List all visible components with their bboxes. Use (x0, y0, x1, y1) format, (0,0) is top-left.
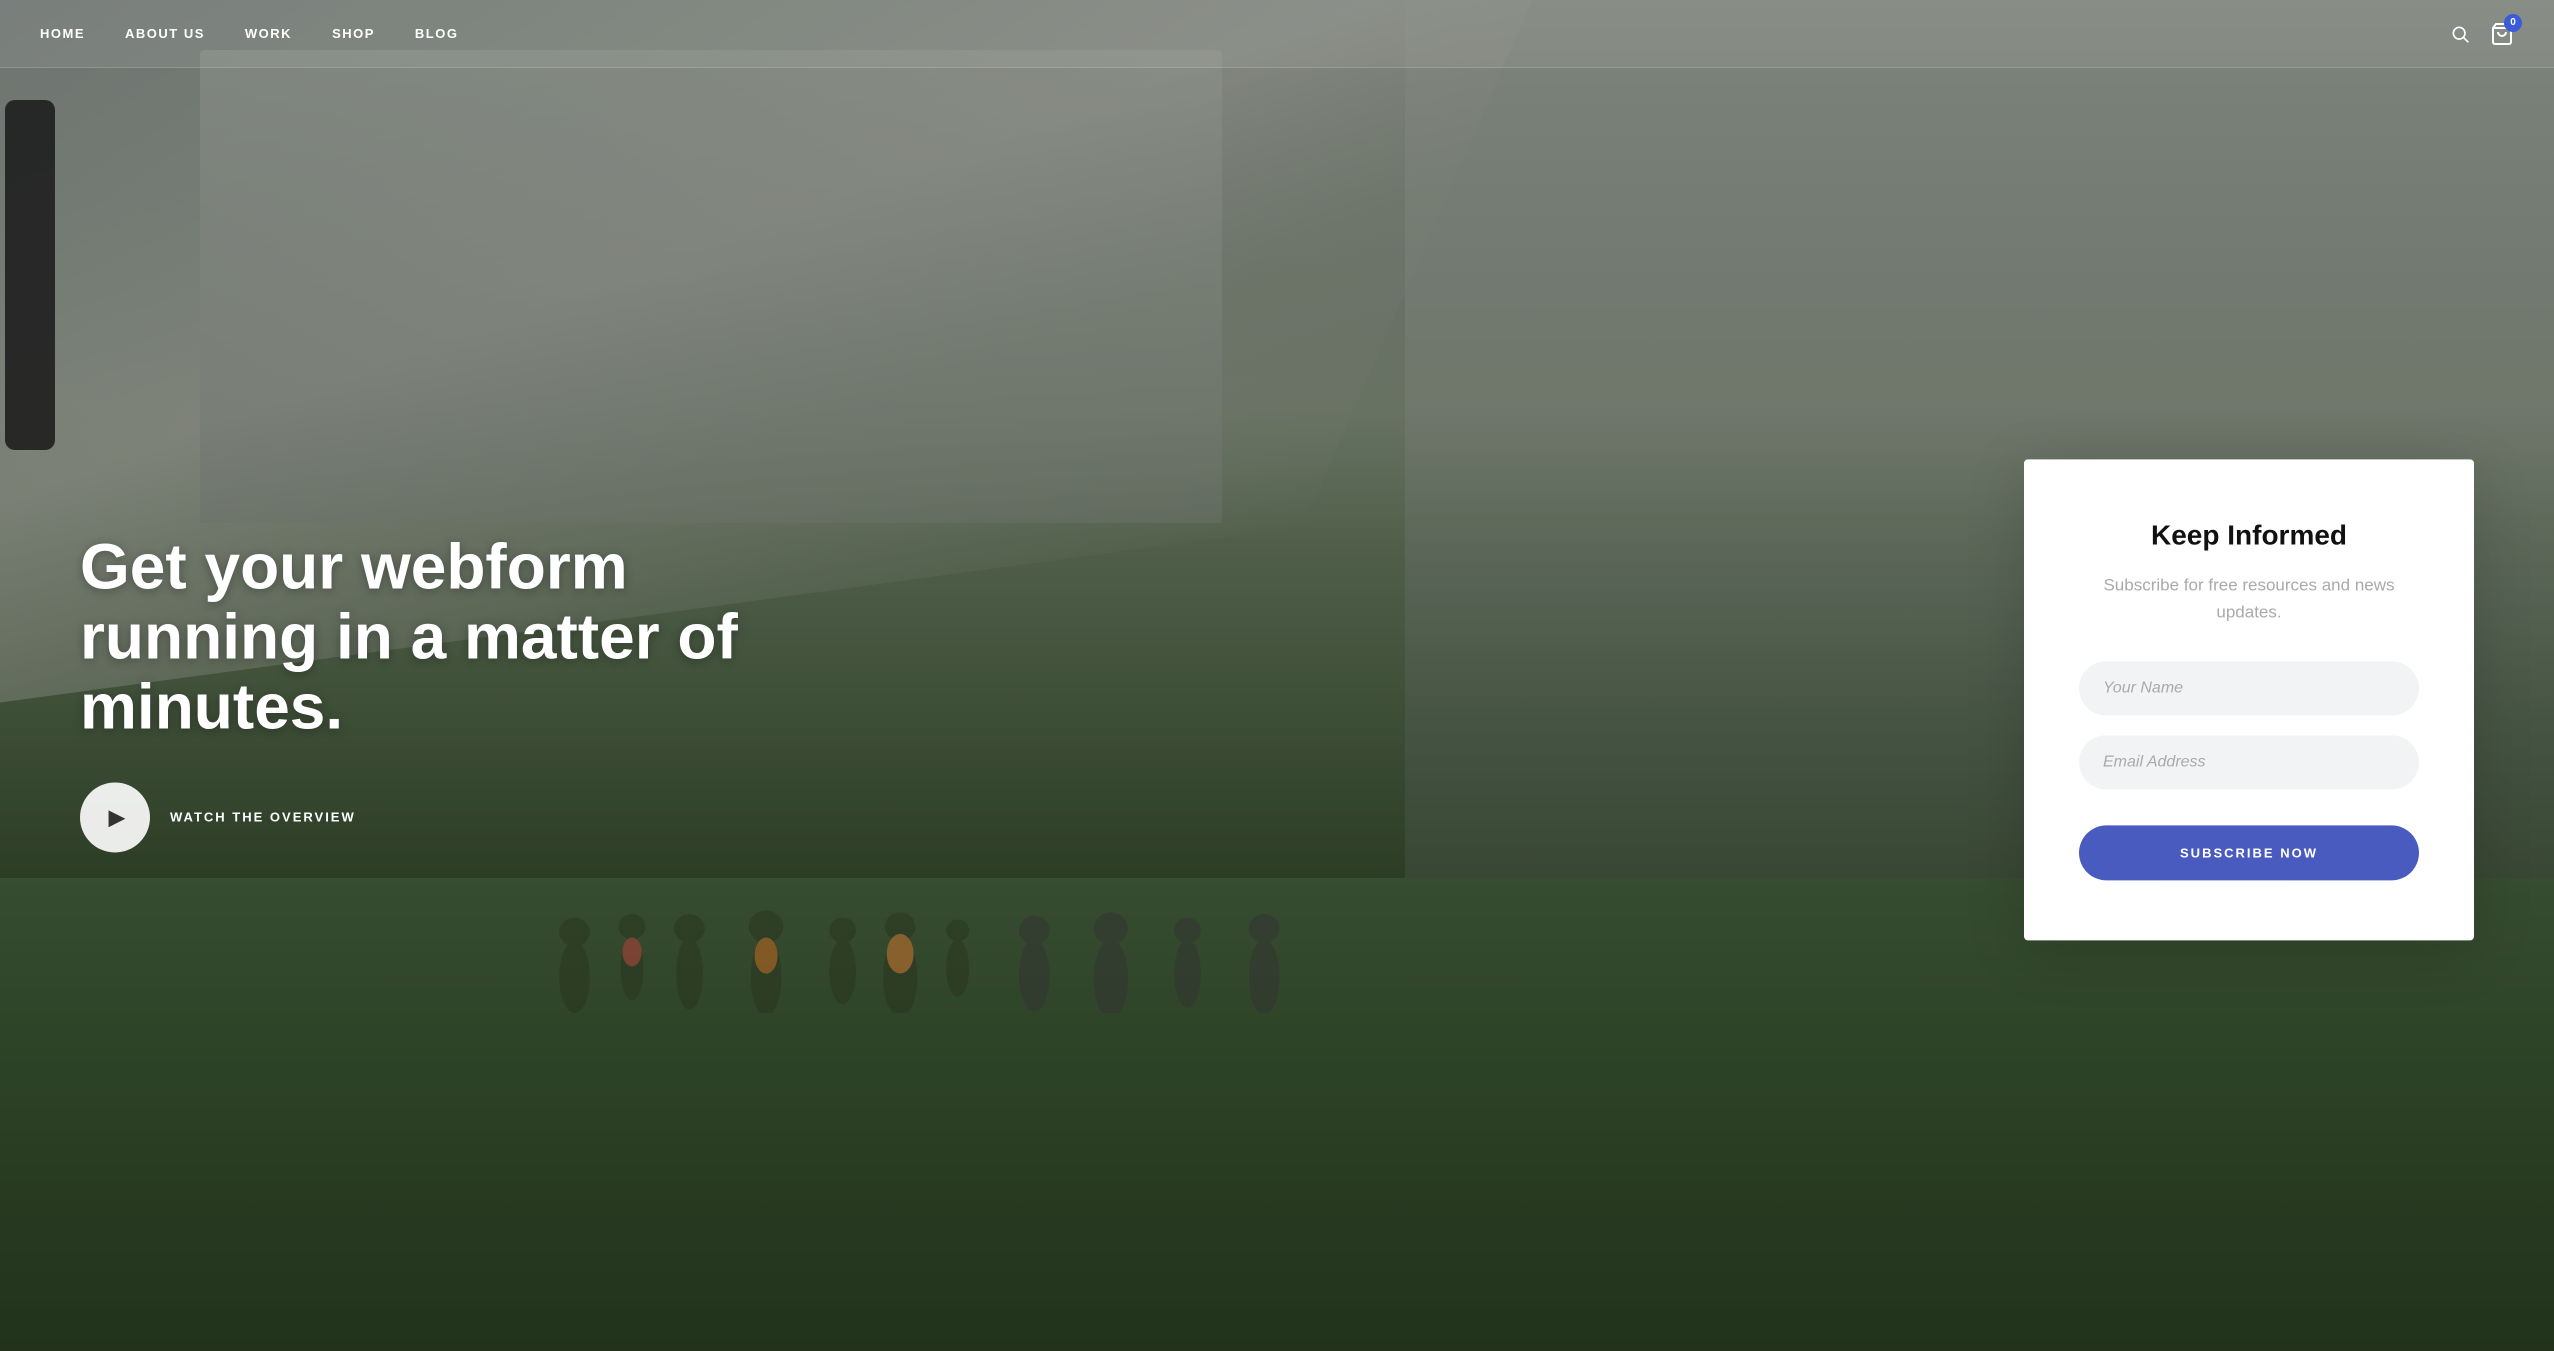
form-title: Keep Informed (2079, 519, 2419, 551)
figure-silhouette (0, 100, 60, 450)
nav-links: HOME ABOUT US WORK SHOP BLOG (40, 26, 458, 41)
search-icon (2450, 24, 2470, 44)
nav-item-about[interactable]: ABOUT US (125, 26, 205, 41)
search-button[interactable] (2450, 24, 2470, 44)
nav-item-shop[interactable]: SHOP (332, 26, 375, 41)
hero-cta: ▶ WATCH THE OVERVIEW (80, 782, 780, 852)
nav-actions: 0 (2450, 22, 2514, 46)
name-field-group (2079, 661, 2419, 715)
hero-section: Get your webform running in a matter of … (0, 0, 2554, 1351)
nav-item-blog[interactable]: BLOG (415, 26, 459, 41)
play-button[interactable]: ▶ (80, 782, 150, 852)
name-input[interactable] (2079, 661, 2419, 715)
hero-heading: Get your webform running in a matter of … (80, 531, 780, 742)
play-icon: ▶ (109, 804, 126, 830)
navbar: HOME ABOUT US WORK SHOP BLOG 0 (0, 0, 2554, 68)
hero-content: Get your webform running in a matter of … (80, 531, 780, 852)
cart-count: 0 (2504, 14, 2522, 32)
subscribe-button[interactable]: SUBSCRIBE NOW (2079, 825, 2419, 880)
nav-item-home[interactable]: HOME (40, 26, 85, 41)
watch-label: WATCH THE OVERVIEW (170, 810, 356, 825)
form-card: Keep Informed Subscribe for free resourc… (2024, 459, 2474, 940)
cart-button[interactable]: 0 (2490, 22, 2514, 46)
email-input[interactable] (2079, 735, 2419, 789)
email-field-group (2079, 735, 2419, 789)
form-subtitle: Subscribe for free resources and news up… (2079, 571, 2419, 625)
nav-item-work[interactable]: WORK (245, 26, 292, 41)
